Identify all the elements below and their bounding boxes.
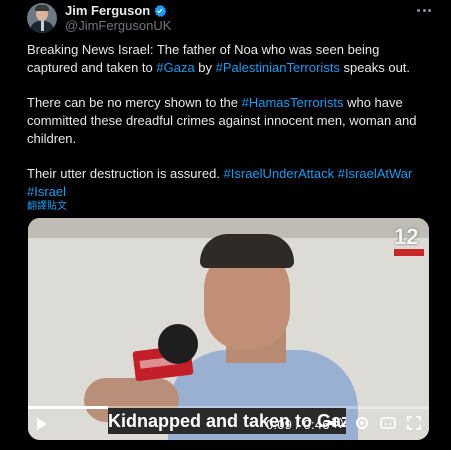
settings-icon[interactable] [354, 415, 370, 431]
tweet-card: Jim Ferguson @JimFergusonUK Breaking New… [0, 0, 451, 450]
video-progress-fill [28, 406, 109, 409]
author-handle[interactable]: @JimFergusonUK [65, 18, 171, 33]
author-name-row[interactable]: Jim Ferguson [65, 3, 167, 18]
hashtag-link[interactable]: #IsraelAtWar [338, 166, 413, 181]
hashtag-link[interactable]: #PalestinianTerrorists [216, 60, 340, 75]
hashtag-link[interactable]: #HamasTerrorists [242, 95, 344, 110]
tweet-paragraph-3: Their utter destruction is assured. #Isr… [27, 166, 413, 199]
captions-icon[interactable] [380, 415, 396, 431]
verified-badge-icon [154, 4, 167, 17]
tweet-paragraph-1: Breaking News Israel: The father of Noa … [27, 42, 411, 75]
more-options-icon[interactable] [417, 3, 431, 17]
avatar[interactable] [27, 3, 57, 33]
author-name[interactable]: Jim Ferguson [65, 3, 150, 18]
translate-post-link[interactable]: 翻譯貼文 [27, 197, 67, 212]
play-icon[interactable] [37, 418, 47, 430]
hashtag-link[interactable]: #IsraelUnderAttack [224, 166, 335, 181]
video-player[interactable]: 12 Kidnapped and taken to Gaza 0:09 / 0:… [28, 218, 429, 440]
volume-icon[interactable] [328, 415, 344, 431]
tweet-text: Breaking News Israel: The father of Noa … [27, 41, 427, 201]
fullscreen-icon[interactable] [406, 415, 422, 431]
channel-logo: 12 [394, 226, 424, 256]
hashtag-link[interactable]: #Gaza [156, 60, 194, 75]
video-time: 0:09 / 0:46 [266, 417, 330, 432]
tweet-paragraph-2: There can be no mercy shown to the #Hama… [27, 95, 417, 146]
